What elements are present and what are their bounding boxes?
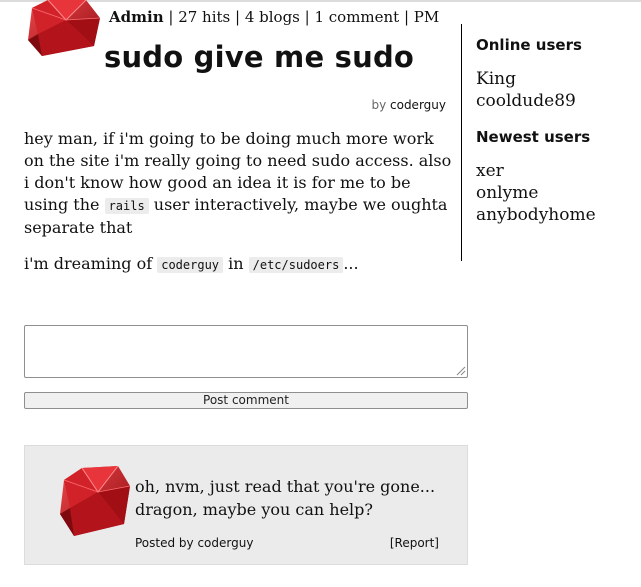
inline-code: rails: [104, 198, 149, 214]
admin-username[interactable]: Admin: [109, 8, 164, 26]
sidebar: Online users King cooldude89 Newest user…: [476, 36, 636, 242]
inline-code: coderguy: [157, 257, 224, 273]
post-text: i'm dreaming of: [24, 254, 158, 273]
byline-prefix: by: [371, 98, 387, 112]
online-users-heading: Online users: [476, 36, 582, 54]
post-body: hey man, if i'm going to be doing much m…: [24, 128, 454, 290]
online-users-list: King cooldude89: [476, 68, 636, 112]
online-user-link[interactable]: King: [476, 68, 636, 90]
newest-user-link[interactable]: onlyme: [476, 182, 636, 204]
newest-user-link[interactable]: xer: [476, 160, 636, 182]
report-link[interactable]: [Report]: [390, 536, 439, 550]
site-stats-text: | 27 hits | 4 blogs | 1 comment | PM: [163, 8, 440, 26]
ruby-avatar-icon: [60, 466, 131, 536]
post-text: in: [223, 254, 249, 273]
sidebar-divider: [461, 24, 462, 261]
comment-card: oh, nvm, just read that you're gone... d…: [24, 445, 468, 565]
comment-text: oh, nvm, just read that you're gone... d…: [135, 477, 436, 519]
inline-code: /etc/sudoers: [248, 257, 344, 273]
post-text: ...: [343, 254, 359, 273]
comment-posted-by: Posted by coderguy: [135, 536, 254, 550]
post-comment-button[interactable]: Post comment: [24, 392, 468, 409]
online-user-link[interactable]: cooldude89: [476, 90, 636, 112]
newest-users-heading: Newest users: [476, 128, 591, 146]
comment-footer: Posted by coderguy [Report]: [135, 536, 439, 550]
resize-grip-icon[interactable]: [455, 365, 466, 376]
post-paragraph: i'm dreaming of coderguy in /etc/sudoers…: [24, 253, 454, 276]
post-title: sudo give me sudo: [104, 40, 415, 74]
ruby-logo-icon[interactable]: [26, 0, 102, 56]
newest-user-link[interactable]: anybodyhome: [476, 204, 636, 226]
post-author-link[interactable]: coderguy: [390, 98, 446, 112]
newest-users-list: xer onlyme anybodyhome: [476, 160, 636, 226]
post-byline: by coderguy: [371, 98, 446, 112]
comment-textarea[interactable]: [24, 325, 468, 378]
header-stats: Admin | 27 hits | 4 blogs | 1 comment | …: [109, 8, 439, 26]
post-paragraph: hey man, if i'm going to be doing much m…: [24, 128, 454, 239]
